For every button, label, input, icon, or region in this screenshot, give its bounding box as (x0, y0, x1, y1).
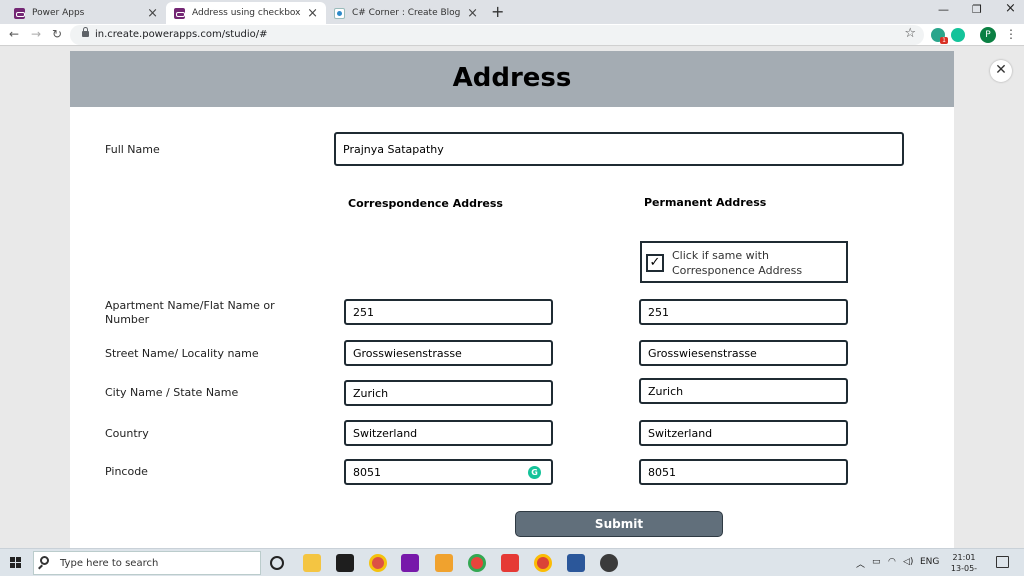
tab-title: Power Apps (32, 8, 85, 18)
country-label: Country (105, 427, 149, 440)
same-address-checkbox-label[interactable]: Click if same with Corresponence Address (672, 248, 848, 278)
app-icon[interactable] (600, 554, 618, 572)
tab-power-apps[interactable]: Power Apps × (6, 2, 166, 24)
browser-tab-strip: Power Apps × Address using checkbox - Sa… (0, 0, 1024, 24)
maximize-button[interactable]: ❐ (972, 3, 982, 16)
page-title: Address (452, 63, 572, 93)
address-bar[interactable]: in.create.powerapps.com/studio/# ☆ (70, 25, 924, 45)
windows-start-icon[interactable] (10, 557, 22, 569)
grammarly-icon[interactable]: G (528, 466, 541, 479)
correspondence-street-input[interactable]: Grosswiesenstrasse (344, 340, 553, 366)
extension-badge: 1 (940, 37, 948, 44)
onenote-icon[interactable] (401, 554, 419, 572)
street-label: Street Name/ Locality name (105, 347, 259, 360)
permanent-country-input[interactable]: Switzerland (639, 420, 848, 446)
battery-icon[interactable]: ▭ (872, 557, 881, 567)
forward-button[interactable]: → (31, 27, 41, 41)
city-label: City Name / State Name (105, 386, 239, 399)
full-name-label: Full Name (105, 143, 160, 156)
same-address-checkbox-container[interactable]: ✓ Click if same with Corresponence Addre… (640, 241, 848, 283)
tab-address-using-checkbox[interactable]: Address using checkbox - Saved × (166, 2, 326, 24)
url-text: in.create.powerapps.com/studio/# (95, 29, 268, 40)
address-screen: Address Full Name Prajnya Satapathy Corr… (70, 51, 954, 548)
close-icon[interactable]: × (147, 7, 158, 20)
extension-icon[interactable]: 1 (931, 28, 948, 44)
close-preview-button[interactable]: ✕ (990, 60, 1012, 82)
correspondence-pincode-input[interactable]: 8051 (344, 459, 553, 485)
browser-toolbar: ← → ↻ in.create.powerapps.com/studio/# ☆… (0, 24, 1024, 46)
anydesk-icon[interactable] (501, 554, 519, 572)
clock-date: 13-05-2020 (950, 564, 978, 576)
full-name-input[interactable]: Prajnya Satapathy (334, 132, 904, 166)
show-hidden-icons-icon[interactable]: ︿ (856, 557, 865, 570)
back-button[interactable]: ← (9, 27, 19, 41)
correspondence-apartment-input[interactable]: 251 (344, 299, 553, 325)
correspondence-city-input[interactable]: Zurich (344, 380, 553, 406)
terminal-icon[interactable] (336, 554, 354, 572)
notification-center-icon[interactable] (996, 556, 1009, 568)
taskbar-search-box[interactable]: Type here to search (33, 551, 261, 575)
tab-title: Address using checkbox - Saved (192, 8, 301, 18)
browser-menu-icon[interactable]: ⋮ (1005, 27, 1017, 41)
close-icon[interactable]: × (307, 7, 318, 20)
power-apps-icon (174, 7, 185, 19)
chrome-secondary-icon[interactable] (534, 554, 552, 572)
new-tab-button[interactable]: + (491, 2, 504, 21)
bookmark-star-icon[interactable]: ☆ (904, 26, 916, 41)
tab-csharp-corner[interactable]: C# Corner : Create Blog × (326, 2, 486, 24)
header-bar: Address (70, 51, 954, 107)
volume-icon[interactable]: ◁) (903, 557, 913, 567)
sublime-text-icon[interactable] (435, 554, 453, 572)
permanent-city-input[interactable]: Zurich (639, 378, 848, 404)
language-indicator[interactable]: ENG (920, 557, 939, 567)
correspondence-country-input[interactable]: Switzerland (344, 420, 553, 446)
network-icon[interactable]: ◠ (888, 557, 896, 567)
minimize-button[interactable]: — (938, 3, 949, 16)
same-address-checkbox[interactable]: ✓ (646, 254, 664, 272)
profile-avatar[interactable]: P (980, 27, 996, 43)
clock-time: 21:01 (952, 553, 976, 562)
pincode-label: Pincode (105, 465, 148, 478)
taskbar-clock[interactable]: 21:01 13-05-2020 (944, 552, 984, 576)
permanent-pincode-input[interactable]: 8051 (639, 459, 848, 485)
csharp-corner-icon (334, 7, 345, 19)
task-view-icon[interactable] (270, 556, 284, 570)
taskbar-search-placeholder: Type here to search (60, 558, 159, 569)
tab-title: C# Corner : Create Blog (352, 8, 461, 18)
chrome-profile-icon[interactable] (468, 554, 486, 572)
windows-taskbar: Type here to search ︿ ▭ ◠ ◁) ENG 21:01 1… (0, 548, 1024, 576)
close-icon[interactable]: × (467, 7, 478, 20)
word-icon[interactable] (567, 554, 585, 572)
power-apps-icon (14, 7, 25, 19)
grammarly-extension-icon[interactable] (951, 28, 965, 42)
lock-icon (82, 27, 89, 37)
file-explorer-icon[interactable] (303, 554, 321, 572)
reload-button[interactable]: ↻ (52, 27, 62, 41)
search-icon (40, 556, 49, 565)
apartment-label: Apartment Name/Flat Name or Number (105, 299, 275, 326)
window-close-button[interactable]: × (1005, 1, 1016, 16)
correspondence-address-heading: Correspondence Address (348, 197, 503, 210)
permanent-apartment-input[interactable]: 251 (639, 299, 848, 325)
permanent-address-heading: Permanent Address (644, 196, 767, 209)
permanent-street-input[interactable]: Grosswiesenstrasse (639, 340, 848, 366)
submit-button[interactable]: Submit (515, 511, 723, 537)
chrome-icon[interactable] (369, 554, 387, 572)
